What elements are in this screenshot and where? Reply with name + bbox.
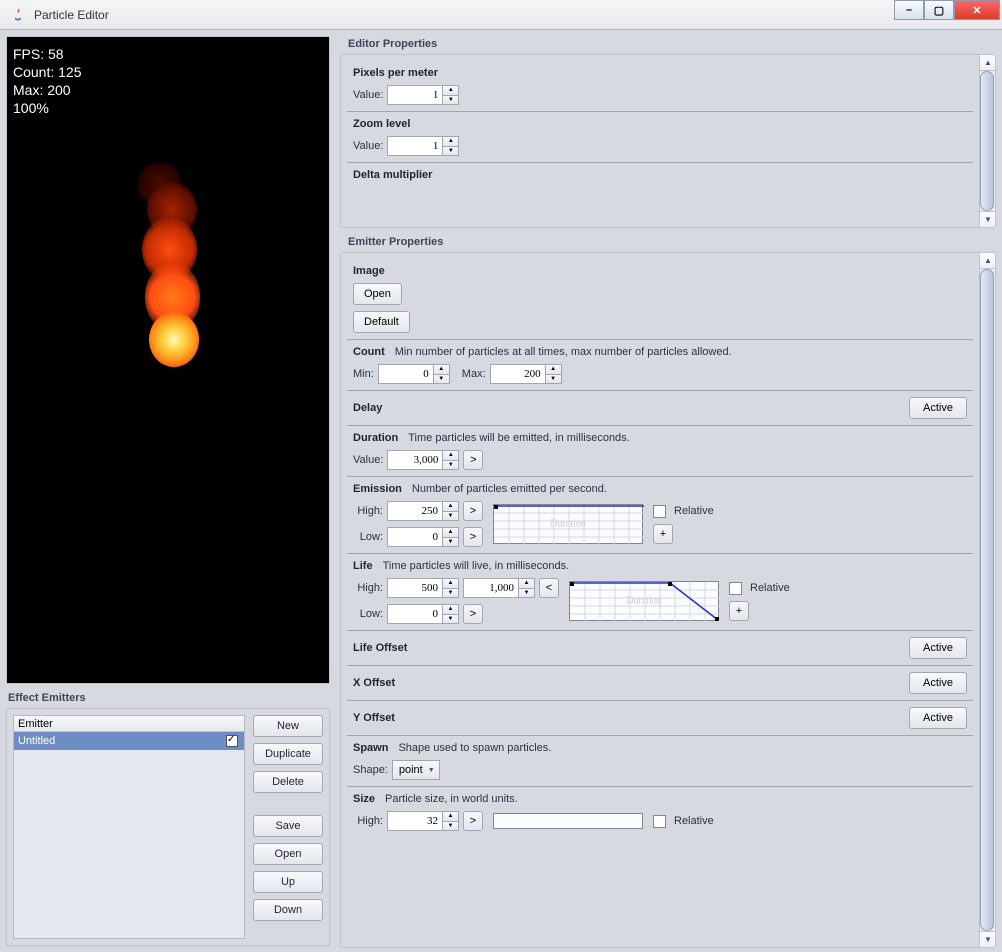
title-bar: Particle Editor – ▢ ✕: [0, 0, 1002, 30]
scroll-thumb[interactable]: [980, 269, 994, 931]
life-high-collapse-button[interactable]: <: [539, 578, 559, 598]
app-body: FPS: 58 Count: 125 Max: 200 100% Effect …: [0, 30, 1002, 952]
size-relative-checkbox[interactable]: [653, 815, 666, 828]
down-button[interactable]: Down: [253, 899, 323, 921]
count-row: CountMin number of particles at all time…: [347, 340, 973, 391]
emitter-checkbox[interactable]: [226, 735, 238, 747]
delay-row: Delay Active: [347, 391, 973, 426]
emission-relative-checkbox[interactable]: [653, 505, 666, 518]
zoom-spinner[interactable]: ▲▼: [387, 136, 459, 156]
image-row: Image Open Default: [347, 259, 973, 340]
stats-overlay: FPS: 58 Count: 125 Max: 200 100%: [7, 37, 329, 117]
y-offset-row: Y Offset Active: [347, 701, 973, 736]
duration-expand-button[interactable]: >: [463, 450, 483, 470]
stat-pct: 100%: [13, 99, 323, 117]
emission-graph[interactable]: Duration: [493, 504, 643, 544]
life-low-spinner[interactable]: ▲▼: [387, 604, 459, 624]
emitter-scrollbar[interactable]: ▲ ▼: [979, 253, 995, 947]
left-column: FPS: 58 Count: 125 Max: 200 100% Effect …: [0, 30, 336, 952]
emitter-properties-label: Emitter Properties: [348, 236, 990, 248]
ppm-input[interactable]: [388, 86, 442, 104]
new-button[interactable]: New: [253, 715, 323, 737]
life-offset-active-button[interactable]: Active: [909, 637, 967, 659]
life-graph[interactable]: Duration: [569, 581, 719, 621]
emission-high-spinner[interactable]: ▲▼: [387, 501, 459, 521]
minimize-button[interactable]: –: [894, 0, 924, 20]
stat-fps: FPS: 58: [13, 45, 323, 63]
life-high-spinner[interactable]: ▲▼: [387, 578, 459, 598]
emission-low-spinner[interactable]: ▲▼: [387, 527, 459, 547]
size-high-expand-button[interactable]: >: [463, 811, 483, 831]
size-row: SizeParticle size, in world units. High:…: [347, 787, 973, 837]
step-up-icon[interactable]: ▲: [442, 86, 458, 96]
duplicate-button[interactable]: Duplicate: [253, 743, 323, 765]
save-button[interactable]: Save: [253, 815, 323, 837]
pixels-per-meter-row: Pixels per meter Value: ▲▼: [347, 61, 973, 112]
size-graph[interactable]: [493, 813, 643, 829]
duration-row: DurationTime particles will be emitted, …: [347, 426, 973, 477]
right-column: Editor Properties ▲ ▼ Pixels per meter V…: [336, 30, 1002, 952]
image-open-button[interactable]: Open: [353, 283, 402, 305]
java-icon: [10, 7, 26, 23]
x-offset-row: X Offset Active: [347, 666, 973, 701]
scroll-thumb[interactable]: [980, 71, 994, 211]
effect-emitters-panel: Emitter Untitled New Duplicate Delete Sa…: [6, 708, 330, 946]
scroll-up-icon[interactable]: ▲: [980, 55, 996, 71]
delete-button[interactable]: Delete: [253, 771, 323, 793]
life-offset-row: Life Offset Active: [347, 631, 973, 666]
life-low-expand-button[interactable]: >: [463, 604, 483, 624]
image-default-button[interactable]: Default: [353, 311, 410, 333]
editor-scrollbar[interactable]: ▲ ▼: [979, 55, 995, 227]
editor-properties-label: Editor Properties: [348, 38, 990, 50]
emission-plus-button[interactable]: +: [653, 524, 673, 544]
window-controls: – ▢ ✕: [894, 0, 1000, 20]
life-relative-checkbox[interactable]: [729, 582, 742, 595]
flame-graphic: [127, 162, 207, 382]
editor-properties-panel: Editor Properties ▲ ▼ Pixels per meter V…: [340, 36, 996, 228]
scroll-down-icon[interactable]: ▼: [980, 211, 996, 227]
preview-pane[interactable]: FPS: 58 Count: 125 Max: 200 100%: [6, 36, 330, 684]
maximize-button[interactable]: ▢: [924, 0, 954, 20]
y-offset-active-button[interactable]: Active: [909, 707, 967, 729]
effect-emitters-label: Effect Emitters: [8, 692, 330, 704]
emitters-table[interactable]: Emitter Untitled: [13, 715, 245, 939]
emitter-name: Untitled: [18, 735, 55, 747]
delay-active-button[interactable]: Active: [909, 397, 967, 419]
life-plus-button[interactable]: +: [729, 601, 749, 621]
close-button[interactable]: ✕: [954, 0, 1000, 20]
scroll-down-icon[interactable]: ▼: [980, 931, 996, 947]
stat-count: Count: 125: [13, 63, 323, 81]
count-min-spinner[interactable]: ▲▼: [378, 364, 450, 384]
emitter-buttons: New Duplicate Delete Save Open Up Down: [253, 715, 323, 939]
x-offset-active-button[interactable]: Active: [909, 672, 967, 694]
scroll-up-icon[interactable]: ▲: [980, 253, 996, 269]
life-high2-spinner[interactable]: ▲▼: [463, 578, 535, 598]
life-row: LifeTime particles will live, in millise…: [347, 554, 973, 631]
ppm-spinner[interactable]: ▲▼: [387, 85, 459, 105]
delta-multiplier-row: Delta multiplier: [347, 163, 973, 187]
emission-row: EmissionNumber of particles emitted per …: [347, 477, 973, 554]
emitter-properties-panel: Emitter Properties ▲ ▼ Image Open Defaul…: [340, 234, 996, 948]
zoom-level-row: Zoom level Value: ▲▼: [347, 112, 973, 163]
emission-low-expand-button[interactable]: >: [463, 527, 483, 547]
step-down-icon[interactable]: ▼: [442, 96, 458, 105]
emitter-row[interactable]: Untitled: [14, 732, 244, 750]
count-max-spinner[interactable]: ▲▼: [490, 364, 562, 384]
spawn-row: SpawnShape used to spawn particles. Shap…: [347, 736, 973, 787]
size-high-spinner[interactable]: ▲▼: [387, 811, 459, 831]
open-button[interactable]: Open: [253, 843, 323, 865]
stat-max: Max: 200: [13, 81, 323, 99]
up-button[interactable]: Up: [253, 871, 323, 893]
window-title: Particle Editor: [34, 8, 109, 22]
zoom-input[interactable]: [388, 137, 442, 155]
emission-high-expand-button[interactable]: >: [463, 501, 483, 521]
emitters-table-header: Emitter: [14, 716, 244, 732]
duration-spinner[interactable]: ▲▼: [387, 450, 459, 470]
spawn-shape-select[interactable]: point: [392, 760, 440, 780]
